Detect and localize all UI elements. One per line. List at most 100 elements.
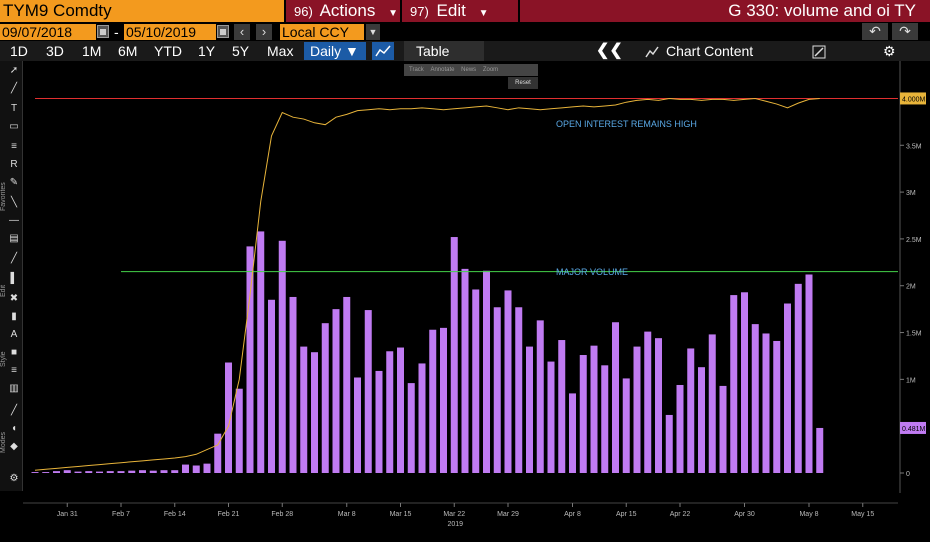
volume-bar bbox=[31, 472, 39, 473]
edit-chart-icon[interactable] bbox=[812, 41, 826, 61]
title-bar: TYM9 Comdty 96) Actions ▼ 97) Edit ▼ G 3… bbox=[0, 0, 930, 22]
volume-bar bbox=[633, 346, 641, 473]
width-icon[interactable]: ≡ bbox=[8, 365, 20, 377]
period-ytd[interactable]: YTD bbox=[154, 41, 182, 61]
zoom-button[interactable]: Zoom bbox=[483, 67, 498, 73]
edit-menu[interactable]: 97) Edit ▼ bbox=[402, 0, 518, 22]
chevron-down-icon[interactable]: ▼ bbox=[366, 24, 380, 40]
fill-icon[interactable]: ■ bbox=[8, 347, 20, 359]
volume-bar bbox=[569, 393, 576, 473]
text-icon[interactable]: T bbox=[8, 103, 20, 115]
x-tick-label: Mar 15 bbox=[390, 511, 412, 518]
trash-icon[interactable]: ▮ bbox=[8, 311, 20, 323]
volume-bar bbox=[278, 240, 286, 473]
vline-icon[interactable]: ▤ bbox=[8, 233, 20, 245]
reset-button[interactable]: Reset bbox=[508, 77, 538, 89]
rect-icon[interactable]: ▭ bbox=[8, 121, 20, 133]
redo-button[interactable]: ↷ bbox=[892, 23, 918, 40]
volume-bar bbox=[128, 470, 136, 473]
volume-bar bbox=[418, 363, 426, 473]
volume-bar bbox=[171, 470, 179, 473]
undo-button[interactable]: ↶ bbox=[862, 23, 888, 40]
annotate-button[interactable]: Annotate bbox=[430, 67, 454, 73]
fib-icon[interactable]: ≡ bbox=[8, 141, 20, 153]
period-3d[interactable]: 3D bbox=[46, 41, 64, 61]
period-1y[interactable]: 1Y bbox=[198, 41, 215, 61]
cursor-icon[interactable]: ➚ bbox=[8, 65, 20, 77]
settings-icon[interactable]: ⚙ bbox=[8, 473, 20, 485]
magnet-icon[interactable]: ◖ bbox=[8, 423, 20, 435]
actions-number: 96) bbox=[294, 4, 313, 19]
volume-bar bbox=[257, 231, 265, 473]
volume-bar bbox=[687, 348, 695, 473]
volume-bar bbox=[547, 361, 555, 473]
cross-icon[interactable]: ✖ bbox=[8, 293, 20, 305]
chart-svg[interactable]: 00.5M1M1.5M2M2.5M3M3.5MOPEN INTEREST REM… bbox=[23, 61, 930, 537]
news-button[interactable]: News bbox=[461, 67, 476, 73]
frequency-select[interactable]: Daily ▼ bbox=[304, 42, 366, 60]
channel-icon[interactable]: R bbox=[8, 159, 20, 171]
gear-icon[interactable]: ⚙ bbox=[883, 41, 896, 61]
chart-area[interactable]: 00.5M1M1.5M2M2.5M3M3.5MOPEN INTEREST REM… bbox=[23, 61, 930, 542]
drawing-toolbar: ➚ ╱ T ▭ ≡ R ✎ ╲ — ▤ ╱ ▌ ✖ ▮ A ■ ≡ ▥ ╱ ◖ … bbox=[0, 61, 23, 491]
edit-glyph bbox=[812, 45, 826, 59]
collapse-icon[interactable]: ❮❮ bbox=[596, 41, 623, 61]
volume-bar bbox=[354, 377, 361, 473]
pencil-icon[interactable]: ✎ bbox=[8, 177, 20, 189]
currency-select[interactable]: Local CCY bbox=[280, 24, 364, 40]
volume-bar bbox=[805, 274, 813, 473]
volume-bar bbox=[612, 322, 619, 473]
volume-bar bbox=[751, 324, 759, 473]
chart-type-button[interactable] bbox=[372, 42, 394, 60]
volume-bar bbox=[579, 355, 587, 473]
draw-icon[interactable]: ╲ bbox=[8, 197, 20, 209]
last-value-label: 4.000M bbox=[902, 96, 926, 103]
table-button[interactable]: Table bbox=[404, 41, 484, 61]
start-date-field[interactable]: 09/07/2018 bbox=[0, 24, 96, 40]
color-mode-icon[interactable]: ◆ bbox=[8, 441, 20, 453]
next-period-button[interactable]: › bbox=[256, 24, 272, 40]
x-tick-label: Mar 29 bbox=[497, 511, 519, 518]
volume-bar bbox=[343, 296, 351, 473]
volume-bar bbox=[644, 331, 652, 473]
volume-bar bbox=[741, 292, 748, 473]
volume-bar bbox=[53, 471, 60, 473]
actions-menu[interactable]: 96) Actions ▼ bbox=[286, 0, 400, 22]
eraser-icon[interactable]: ▌ bbox=[8, 273, 20, 285]
track-button[interactable]: Track bbox=[409, 67, 424, 73]
volume-bar bbox=[708, 334, 716, 473]
period-5y[interactable]: 5Y bbox=[232, 41, 249, 61]
chevron-down-icon: ▼ bbox=[478, 8, 489, 19]
x-tick-label: Jan 31 bbox=[57, 511, 78, 518]
period-max[interactable]: Max bbox=[267, 41, 293, 61]
security-field[interactable]: TYM9 Comdty bbox=[0, 0, 284, 22]
volume-bar bbox=[407, 383, 415, 473]
calendar-icon[interactable] bbox=[217, 25, 229, 38]
volume-bar bbox=[773, 340, 781, 473]
pen-icon[interactable]: ╱ bbox=[8, 253, 20, 265]
hline-icon[interactable]: — bbox=[8, 215, 20, 227]
prev-period-button[interactable]: ‹ bbox=[234, 24, 250, 40]
volume-bar bbox=[300, 346, 308, 473]
chart-content-button[interactable]: Chart Content bbox=[666, 41, 753, 61]
grid-icon[interactable]: ▥ bbox=[8, 383, 20, 395]
period-6m[interactable]: 6M bbox=[118, 41, 137, 61]
volume-bar bbox=[214, 433, 222, 473]
y-tick-label: 3M bbox=[906, 190, 916, 197]
period-1d[interactable]: 1D bbox=[10, 41, 28, 61]
line-icon[interactable]: ╱ bbox=[8, 83, 20, 95]
volume-bar bbox=[676, 384, 684, 473]
edit-label: Edit bbox=[436, 1, 466, 20]
font-icon[interactable]: A bbox=[8, 329, 20, 341]
volume-bar bbox=[450, 237, 458, 473]
x-tick-label: Apr 8 bbox=[564, 511, 581, 518]
x-tick-label: Apr 22 bbox=[670, 511, 691, 518]
x-tick-label: Feb 28 bbox=[271, 511, 293, 518]
date-separator: - bbox=[114, 24, 119, 40]
edit-mode-icon[interactable]: ╱ bbox=[8, 405, 20, 417]
period-1m[interactable]: 1M bbox=[82, 41, 101, 61]
volume-bar bbox=[192, 465, 200, 473]
calendar-icon[interactable] bbox=[97, 25, 109, 38]
end-date-field[interactable]: 05/10/2019 bbox=[124, 24, 216, 40]
edit-number: 97) bbox=[410, 4, 429, 19]
